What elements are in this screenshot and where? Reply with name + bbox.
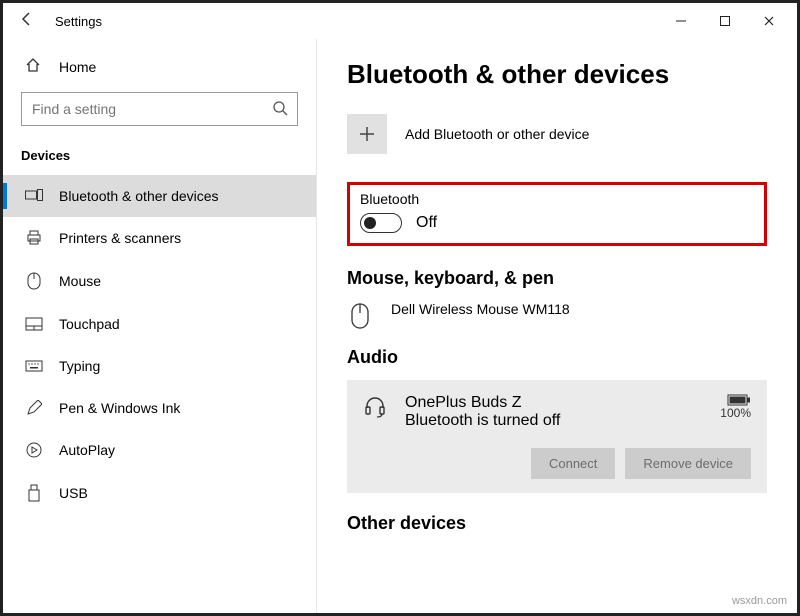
bluetooth-state: Off xyxy=(416,214,437,232)
sidebar-item-mouse[interactable]: Mouse xyxy=(3,259,316,303)
sidebar-category: Devices xyxy=(3,142,316,175)
autoplay-icon xyxy=(25,442,43,458)
mouse-device-name: Dell Wireless Mouse WM118 xyxy=(391,301,570,317)
add-device-button[interactable]: Add Bluetooth or other device xyxy=(347,114,767,154)
usb-icon xyxy=(25,484,43,502)
sidebar-item-label: Touchpad xyxy=(59,316,120,332)
section-mouse: Mouse, keyboard, & pen xyxy=(347,268,767,289)
bluetooth-highlight: Bluetooth Off xyxy=(347,182,767,246)
sidebar: Home Devices Bluetooth & other devices P… xyxy=(3,39,317,613)
remove-device-button[interactable]: Remove device xyxy=(625,448,751,479)
keyboard-icon xyxy=(25,360,43,372)
bluetooth-header: Bluetooth xyxy=(360,191,754,207)
section-other: Other devices xyxy=(347,513,767,534)
content-pane: Bluetooth & other devices Add Bluetooth … xyxy=(317,39,797,613)
sidebar-item-autoplay[interactable]: AutoPlay xyxy=(3,429,316,471)
window-title: Settings xyxy=(55,14,102,29)
sidebar-item-label: Bluetooth & other devices xyxy=(59,188,219,204)
headset-icon xyxy=(363,394,387,430)
sidebar-item-typing[interactable]: Typing xyxy=(3,345,316,387)
home-label: Home xyxy=(59,59,96,75)
sidebar-item-label: Mouse xyxy=(59,273,101,289)
sidebar-item-touchpad[interactable]: Touchpad xyxy=(3,303,316,345)
home-link[interactable]: Home xyxy=(3,49,316,88)
minimize-button[interactable] xyxy=(659,7,703,35)
maximize-button[interactable] xyxy=(703,7,747,35)
mouse-icon xyxy=(347,301,373,329)
mouse-icon xyxy=(25,272,43,290)
add-device-label: Add Bluetooth or other device xyxy=(405,126,589,142)
mouse-device-row[interactable]: Dell Wireless Mouse WM118 xyxy=(347,301,767,329)
sidebar-item-label: Printers & scanners xyxy=(59,230,181,246)
devices-icon xyxy=(25,189,43,203)
window-controls xyxy=(659,7,791,35)
close-button[interactable] xyxy=(747,7,791,35)
audio-device-card[interactable]: OnePlus Buds Z Bluetooth is turned off 1… xyxy=(347,380,767,493)
audio-device-name: OnePlus Buds Z xyxy=(405,394,560,412)
sidebar-item-label: USB xyxy=(59,485,88,501)
sidebar-item-bluetooth[interactable]: Bluetooth & other devices xyxy=(3,175,316,217)
section-audio: Audio xyxy=(347,347,767,368)
search-icon xyxy=(272,100,288,121)
printer-icon xyxy=(25,230,43,246)
touchpad-icon xyxy=(25,317,43,331)
bluetooth-toggle[interactable] xyxy=(360,213,402,233)
sidebar-item-label: AutoPlay xyxy=(59,442,115,458)
battery-icon xyxy=(720,394,751,406)
home-icon xyxy=(25,57,43,76)
watermark: wsxdn.com xyxy=(732,595,787,607)
plus-icon xyxy=(347,114,387,154)
sidebar-item-printers[interactable]: Printers & scanners xyxy=(3,217,316,259)
battery-percent: 100% xyxy=(720,406,751,420)
back-button[interactable] xyxy=(11,11,43,32)
audio-device-status: Bluetooth is turned off xyxy=(405,412,560,430)
pen-icon xyxy=(25,400,43,416)
connect-button[interactable]: Connect xyxy=(531,448,615,479)
sidebar-item-label: Typing xyxy=(59,358,100,374)
search-input[interactable] xyxy=(21,92,298,126)
search-box[interactable] xyxy=(21,92,298,126)
sidebar-item-label: Pen & Windows Ink xyxy=(59,400,180,416)
sidebar-item-pen[interactable]: Pen & Windows Ink xyxy=(3,387,316,429)
sidebar-item-usb[interactable]: USB xyxy=(3,471,316,515)
page-heading: Bluetooth & other devices xyxy=(347,59,767,90)
